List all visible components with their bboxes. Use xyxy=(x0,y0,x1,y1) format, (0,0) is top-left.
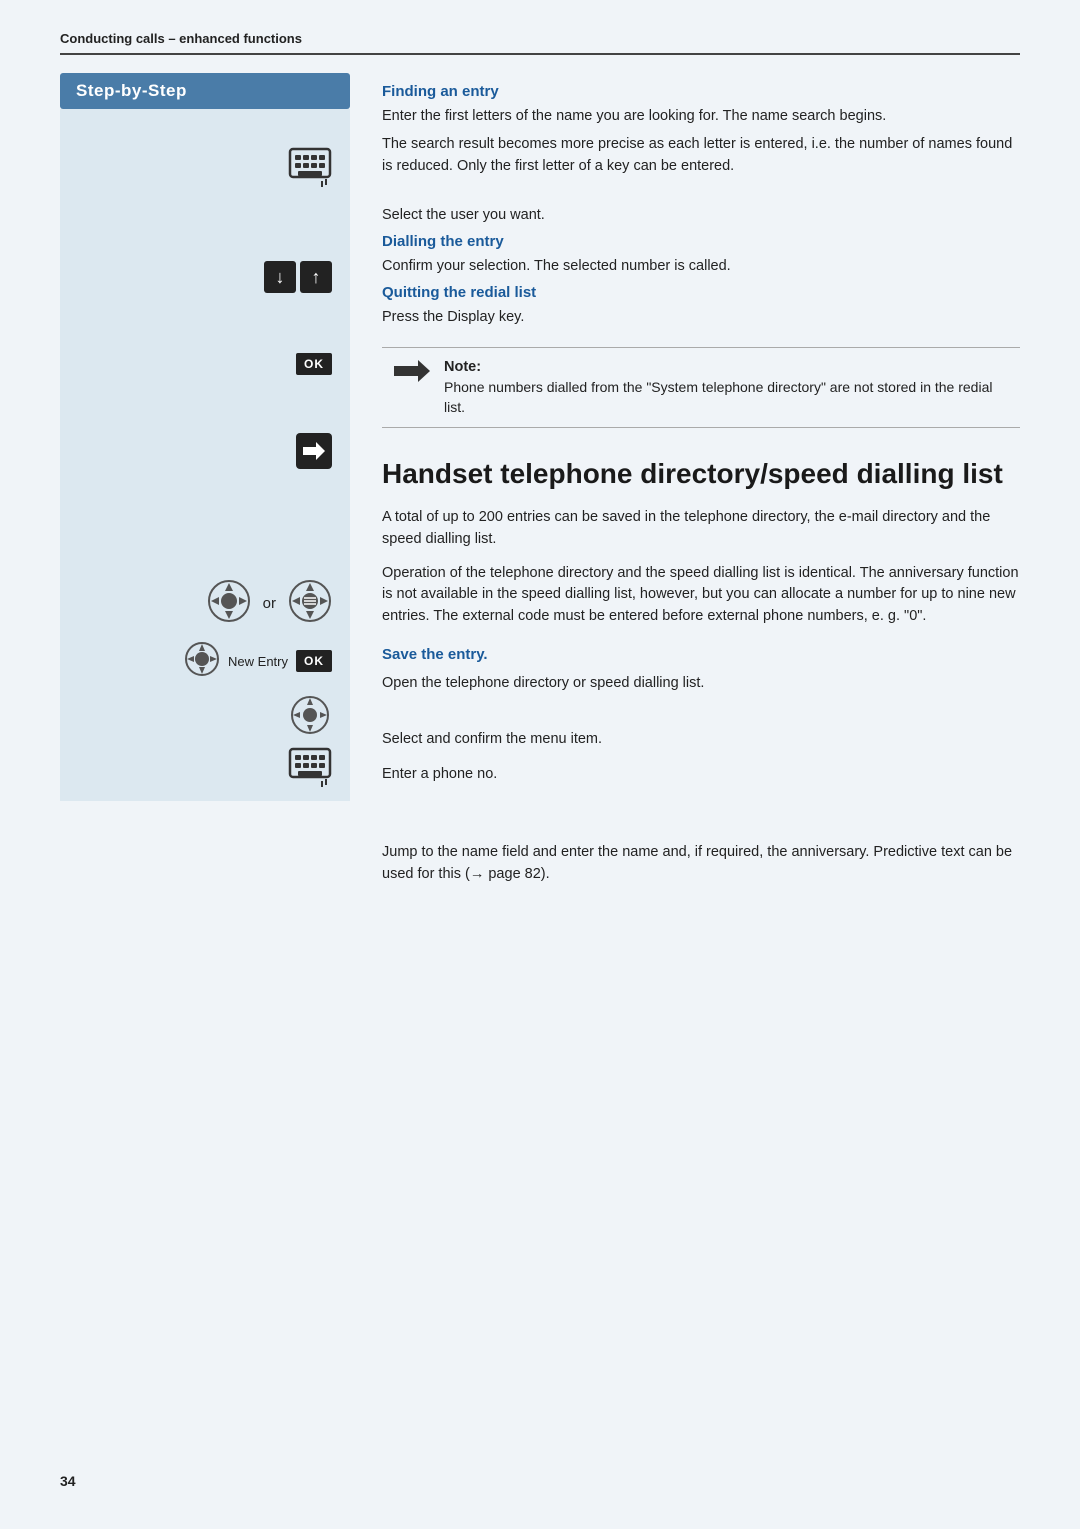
note-title: Note: xyxy=(444,359,481,375)
nav-small-icon xyxy=(184,641,220,681)
finding-entry-text3: Select the user you want. xyxy=(382,205,1020,227)
keyboard-icon-entry xyxy=(288,743,332,791)
page-number: 34 xyxy=(60,1473,76,1489)
finding-entry-text1: Enter the first letters of the name you … xyxy=(382,106,1020,128)
new-entry-label: New Entry xyxy=(228,654,288,669)
finding-entry-title: Finding an entry xyxy=(382,83,1020,100)
nav-or-row: or xyxy=(207,579,332,627)
keyboard-nav-group xyxy=(288,695,332,791)
dialling-entry-text1: Confirm your selection. The selected num… xyxy=(382,256,1020,278)
note-arrow-icon xyxy=(394,360,430,382)
arrow-up-btn: ↑ xyxy=(300,261,332,293)
intro-text-1: A total of up to 200 entries can be save… xyxy=(382,507,1020,551)
new-entry-row: New Entry OK xyxy=(184,641,332,681)
dialling-entry-title: Dialling the entry xyxy=(382,233,1020,250)
quitting-title: Quitting the redial list xyxy=(382,284,1020,301)
main-heading: Handset telephone directory/speed dialli… xyxy=(382,456,1020,491)
header-title: Conducting calls – enhanced functions xyxy=(60,31,302,46)
keyboard-icon-finding xyxy=(288,143,332,191)
save-entry-text2: Select and confirm the menu item. xyxy=(382,729,1020,751)
display-key-icon xyxy=(296,433,332,469)
save-entry-title: Save the entry. xyxy=(382,646,1020,663)
step-by-step-label: Step-by-Step xyxy=(60,73,350,109)
note-text: Phone numbers dialled from the "System t… xyxy=(444,377,1008,418)
finding-entry-text2: The search result becomes more precise a… xyxy=(382,134,1020,178)
or-label: or xyxy=(263,595,276,612)
nav-cross-left xyxy=(207,579,251,627)
arrow-down-btn: ↓ xyxy=(264,261,296,293)
save-entry-section: Save the entry. Open the telephone direc… xyxy=(382,646,1020,886)
nav-arrows-icon: ↓ ↑ xyxy=(264,261,332,293)
intro-text-2: Operation of the telephone directory and… xyxy=(382,563,1020,628)
quitting-text1: Press the Display key. xyxy=(382,307,1020,329)
note-content: Note: Phone numbers dialled from the "Sy… xyxy=(444,358,1008,418)
save-entry-text1: Open the telephone directory or speed di… xyxy=(382,673,1020,695)
save-entry-text3: Enter a phone no. xyxy=(382,764,1020,786)
quitting-section: Quitting the redial list Press the Displ… xyxy=(382,284,1020,329)
page-header: Conducting calls – enhanced functions xyxy=(60,30,1020,55)
left-icons-area: ↓ ↑ OK xyxy=(60,109,350,801)
nav-phone-icon xyxy=(290,695,330,739)
nav-icon-2 xyxy=(288,579,332,627)
dialling-entry-section: Dialling the entry Confirm your selectio… xyxy=(382,233,1020,278)
finding-entry-section: Finding an entry Enter the first letters… xyxy=(382,83,1020,227)
right-panel: Finding an entry Enter the first letters… xyxy=(350,73,1020,892)
ok-button-dialling: OK xyxy=(296,353,332,375)
left-panel: Step-by-Step xyxy=(60,73,350,892)
note-box: Note: Phone numbers dialled from the "Sy… xyxy=(382,347,1020,429)
save-entry-text4: Jump to the name field and enter the nam… xyxy=(382,842,1020,886)
ok-button-new-entry: OK xyxy=(296,650,332,672)
